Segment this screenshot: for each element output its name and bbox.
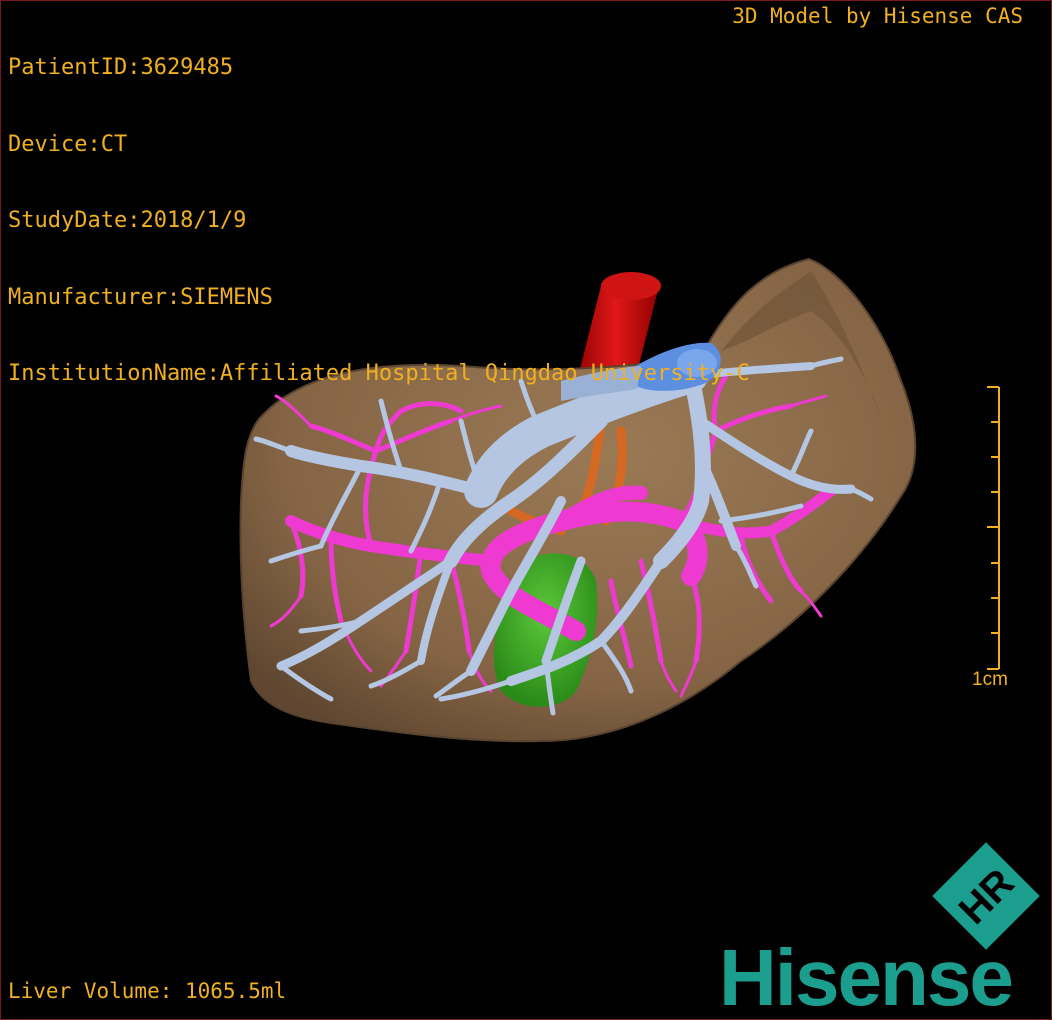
institution-name: InstitutionName:Affiliated Hospital Qing… bbox=[8, 361, 750, 386]
patient-id: PatientID:3629485 bbox=[8, 55, 234, 80]
scale-label: 1cm bbox=[972, 669, 1008, 690]
hisense-logo: Hisense bbox=[719, 933, 1014, 1020]
device: Device:CT bbox=[8, 131, 128, 157]
study-date: StudyDate:2018/1/9 bbox=[8, 208, 247, 233]
liver-volume: Liver Volume: 1065.5ml bbox=[8, 979, 287, 1003]
model-credit: 3D Model by Hisense CAS bbox=[732, 4, 1023, 28]
3d-viewport[interactable]: PatientID:3629485 Device:CT StudyDate:20… bbox=[0, 0, 1052, 1020]
dicom-info: PatientID:3629485 Device:CT StudyDate:20… bbox=[8, 4, 750, 438]
manufacturer: Manufacturer:SIEMENS bbox=[8, 284, 273, 310]
